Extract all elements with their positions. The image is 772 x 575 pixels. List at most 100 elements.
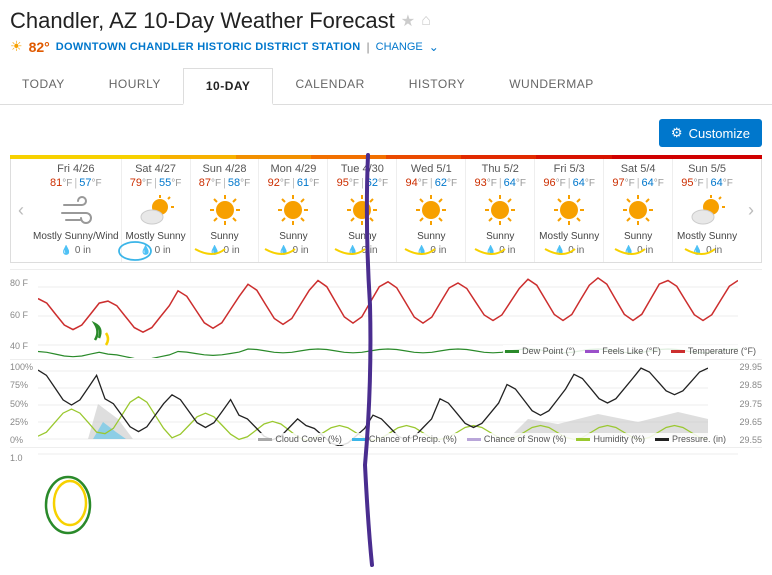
day-column[interactable]: Sun 4/2887°F|58°FSunny💧0 in	[191, 159, 260, 262]
precip-amount: 💧0 in	[537, 245, 601, 256]
day-date: Sat 4/27	[124, 163, 188, 175]
condition-text: Sunny	[330, 231, 394, 242]
weather-icon	[399, 191, 463, 229]
legend-item: Pressure. (in)	[655, 434, 726, 444]
day-temps: 94°F|62°F	[399, 177, 463, 189]
condition-text: Sunny	[468, 231, 532, 242]
precip-amount: 💧0 in	[468, 245, 532, 256]
day-temps: 95°F|64°F	[675, 177, 739, 189]
raindrop-icon: 💧	[623, 245, 634, 256]
legend-item: Chance of Snow (%)	[467, 434, 567, 444]
weather-icon	[124, 191, 188, 229]
precipitation-chart[interactable]: 1.0	[10, 447, 762, 467]
condition-text: Sunny	[193, 231, 257, 242]
current-temperature: 82°	[29, 39, 50, 55]
favorite-star-icon[interactable]: ★	[401, 11, 415, 31]
precip-amount: 💧0 in	[124, 245, 188, 256]
tab-today[interactable]: TODAY	[0, 67, 87, 104]
day-column[interactable]: Thu 5/2 93°F|64°F Sunny 💧0 in	[466, 159, 535, 262]
y-axis-label-right: 29.85	[739, 380, 762, 390]
legend-item: Chance of Precip. (%)	[352, 434, 457, 444]
day-temps: 97°F|64°F	[606, 177, 670, 189]
day-temps: 87°F|58°F	[193, 177, 257, 189]
legend-item: Humidity (%)	[576, 434, 645, 444]
day-date: Sun 5/5	[675, 163, 739, 175]
tab-10day[interactable]: 10-DAY	[183, 68, 274, 105]
scroll-right-button[interactable]: ›	[741, 159, 761, 262]
chevron-down-icon[interactable]: ⌄	[429, 40, 439, 54]
y-axis-label: 100%	[10, 362, 33, 372]
day-temps: 95°F|62°F	[330, 177, 394, 189]
change-station-link[interactable]: CHANGE	[376, 41, 423, 53]
y-axis-label-right: 29.55	[739, 435, 762, 445]
day-column[interactable]: Sat 5/497°F|64°FSunny💧0 in	[604, 159, 673, 262]
condition-text: Sunny	[399, 231, 463, 242]
weather-icon	[193, 191, 257, 229]
day-date: Wed 5/1	[399, 163, 463, 175]
y-axis-label: 50%	[10, 399, 28, 409]
day-temps: 96°F|64°F	[537, 177, 601, 189]
tab-bar: TODAYHOURLY10-DAYCALENDARHISTORYWUNDERMA…	[0, 67, 772, 105]
weather-icon	[537, 191, 601, 229]
condition-text: Mostly Sunny	[537, 231, 601, 242]
y-axis-label: 0%	[10, 435, 23, 445]
precip-amount: 💧0 in	[330, 245, 394, 256]
station-link[interactable]: DOWNTOWN CHANDLER HISTORIC DISTRICT STAT…	[56, 41, 361, 53]
raindrop-icon: 💧	[692, 245, 703, 256]
day-column[interactable]: Wed 5/1 94°F|62°F Sunny 💧0 in	[397, 159, 466, 262]
tab-calendar[interactable]: CALENDAR	[273, 67, 386, 104]
precip-amount: 💧0 in	[261, 245, 325, 256]
humidity-chart[interactable]: 100% 75% 50% 25% 0% 29.95 29.85 29.75 29…	[10, 359, 762, 447]
raindrop-icon: 💧	[554, 245, 565, 256]
day-column[interactable]: Fri 4/2681°F|57°FMostly Sunny/Wind💧0 in	[31, 159, 122, 262]
condition-text: Mostly Sunny	[124, 231, 188, 242]
day-date: Thu 5/2	[468, 163, 532, 175]
day-column[interactable]: Fri 5/3 96°F|64°F Mostly Sunny 💧0 in	[535, 159, 604, 262]
temperature-chart[interactable]: 80 F 60 F 40 F Dew Point (°)Feels Like (…	[10, 269, 762, 359]
y-axis-label: 1.0	[10, 453, 23, 463]
day-column[interactable]: Tue 4/30 95°F|62°F Sunny 💧0 in	[328, 159, 397, 262]
raindrop-icon: 💧	[61, 245, 72, 256]
weather-icon	[330, 191, 394, 229]
legend-item: Cloud Cover (%)	[258, 434, 342, 444]
day-date: Fri 4/26	[33, 163, 119, 175]
weather-icon	[675, 191, 739, 229]
page-title: Chandler, AZ 10-Day Weather Forecast	[10, 8, 395, 34]
raindrop-icon: 💧	[278, 245, 289, 256]
legend-item: Temperature (°F)	[671, 346, 756, 356]
day-temps: 79°F|55°F	[124, 177, 188, 189]
condition-text: Sunny	[261, 231, 325, 242]
day-temps: 81°F|57°F	[33, 177, 119, 189]
y-axis-label-right: 29.75	[739, 399, 762, 409]
forecast-row: ‹ Fri 4/2681°F|57°FMostly Sunny/Wind💧0 i…	[10, 159, 762, 263]
day-date: Tue 4/30	[330, 163, 394, 175]
current-conditions-icon: ☀	[10, 38, 23, 55]
day-temps: 92°F|61°F	[261, 177, 325, 189]
tab-history[interactable]: HISTORY	[387, 67, 487, 104]
precip-amount: 💧0 in	[675, 245, 739, 256]
day-column[interactable]: Sat 4/27 79°F|55°F Mostly Sunny 💧0 in	[122, 159, 191, 262]
day-column[interactable]: Mon 4/29 92°F|61°F Sunny 💧0 in	[259, 159, 328, 262]
y-axis-label: 60 F	[10, 310, 28, 320]
scroll-left-button[interactable]: ‹	[11, 159, 31, 262]
y-axis-label: 80 F	[10, 278, 28, 288]
weather-icon	[468, 191, 532, 229]
day-column[interactable]: Sun 5/595°F|64°FMostly Sunny💧0 in	[673, 159, 741, 262]
tab-wundermap[interactable]: WUNDERMAP	[487, 67, 616, 104]
precip-amount: 💧0 in	[193, 245, 257, 256]
tab-hourly[interactable]: HOURLY	[87, 67, 183, 104]
day-date: Fri 5/3	[537, 163, 601, 175]
chart-legend: Dew Point (°)Feels Like (°F)Temperature …	[503, 345, 758, 357]
customize-label: Customize	[689, 126, 750, 141]
day-temps: 93°F|64°F	[468, 177, 532, 189]
weather-icon	[261, 191, 325, 229]
separator: |	[367, 40, 370, 54]
legend-item: Feels Like (°F)	[585, 346, 661, 356]
y-axis-label: 75%	[10, 380, 28, 390]
set-home-icon[interactable]: ⌂	[421, 12, 431, 30]
condition-text: Sunny	[606, 231, 670, 242]
y-axis-label: 25%	[10, 417, 28, 427]
precip-amount: 💧0 in	[399, 245, 463, 256]
customize-button[interactable]: ⚙ Customize	[659, 119, 762, 147]
day-date: Mon 4/29	[261, 163, 325, 175]
